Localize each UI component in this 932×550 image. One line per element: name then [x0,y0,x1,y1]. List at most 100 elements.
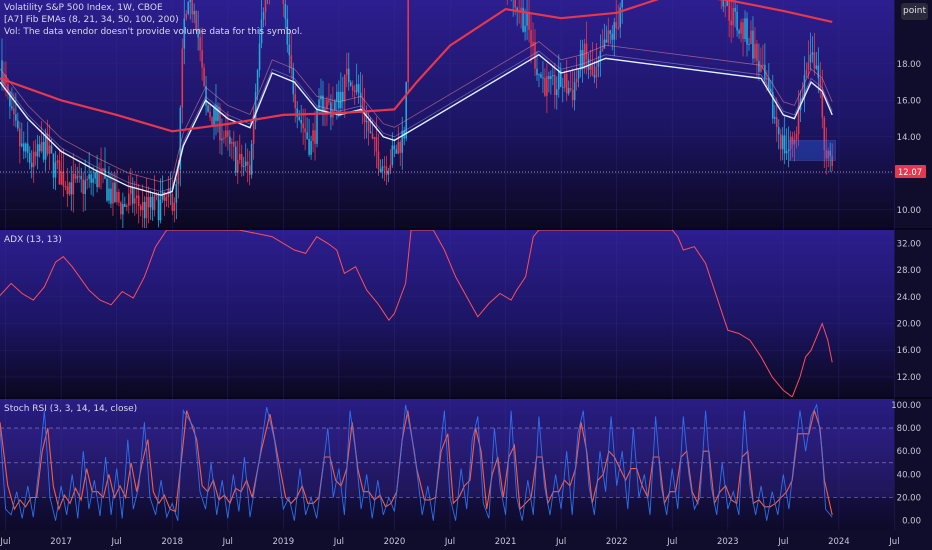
candle-body [213,105,215,126]
candle-body [165,196,168,201]
candle-body [207,105,209,112]
candle-body [20,143,23,147]
candle-body [724,5,727,7]
candle-body [773,117,776,119]
candle-body [225,130,227,138]
candle-body [554,74,556,96]
candle-body [760,66,762,72]
candle-body [54,162,57,178]
chart-canvas[interactable]: 18.00 16.00 14.00 12.00 10.00 12.07 32.00 28.00… [0,0,932,550]
x-tick-label: 2024 [828,537,850,547]
candle-body [750,30,752,44]
candle-body [112,182,114,204]
y-tick-label: 0.00 [902,517,921,527]
candle-body [383,166,386,168]
y-tick-label: 16.00 [897,346,921,356]
candle-body [72,173,75,195]
candle-body [30,162,33,168]
candle-body [555,89,558,96]
candle-body [379,169,382,172]
candle-body [613,22,616,40]
candle-body [157,194,160,221]
candle-body [797,110,800,135]
candle-body [284,3,287,19]
candle-body [242,166,245,168]
candle-body [256,70,259,92]
y-tick-label: 32.00 [897,239,921,249]
x-tick-label: 2020 [384,537,406,547]
x-tick-label: Jul [222,537,233,547]
candle-body [563,73,566,88]
candle-body [811,52,814,55]
candle-body [401,130,404,153]
candle-body [120,202,122,215]
candle-body [754,43,756,59]
candle-body [262,12,265,20]
candle-body [116,191,118,202]
candle-body [110,188,112,204]
candle-body [528,12,530,30]
x-tick-label: 2018 [161,537,183,547]
candle-body [561,86,564,88]
candle-body [740,22,742,34]
candle-body [542,77,544,79]
stoch-legend: Stoch RSI (3, 3, 14, 14, close) [4,404,138,414]
candle-body [118,191,120,203]
candle-body [306,132,308,139]
candle-body [159,199,162,221]
candle-body [758,60,760,72]
candle-body [151,196,154,211]
candle-body [349,82,352,86]
candle-body [611,33,614,40]
candle-body [122,204,124,215]
candle-body [569,88,572,90]
candle-body [595,66,598,78]
candle-body [288,44,291,56]
range-box[interactable] [788,140,836,161]
candle-body [252,122,255,144]
candle-body [32,151,35,168]
scale-mode-button[interactable]: point [901,3,928,20]
candle-body [62,171,65,187]
candle-body [730,20,732,26]
candle-body [347,68,350,83]
candle-body [36,144,39,157]
candle-body [813,52,816,69]
candle-body [744,18,746,40]
candle-body [11,106,13,109]
candle-body [80,175,83,180]
candle-body [728,0,730,21]
candle-body [736,11,738,31]
candle-body [815,65,818,69]
candle-body [351,85,354,91]
candle-body [387,170,390,175]
candle-body [161,191,164,200]
candle-body [221,138,223,141]
x-tick-label: Jul [555,537,566,547]
y-tick-label: 14.00 [897,133,921,143]
y-tick-label: 60.00 [897,447,921,457]
y-tick-label: 28.00 [897,266,921,276]
candle-body [50,145,53,154]
y-tick-label: 40.00 [897,470,921,480]
candle-body [135,195,138,199]
candle-body [583,43,586,69]
candle-body [22,143,25,152]
candle-body [817,65,820,79]
candle-body [367,120,370,132]
candle-body [540,74,542,78]
x-tick-label: Jul [777,537,788,547]
candle-body [149,196,152,208]
candle-body [355,84,358,92]
candle-body [290,55,293,69]
y-tick-label: 18.00 [897,60,921,70]
candle-body [589,65,592,70]
candle-body [231,141,233,144]
x-tick-label: Jul [444,537,455,547]
candle-body [546,76,548,96]
candle-body [805,69,808,76]
candle-body [603,39,606,49]
candle-body [809,54,812,63]
candle-body [127,193,130,206]
candle-body [264,0,267,13]
